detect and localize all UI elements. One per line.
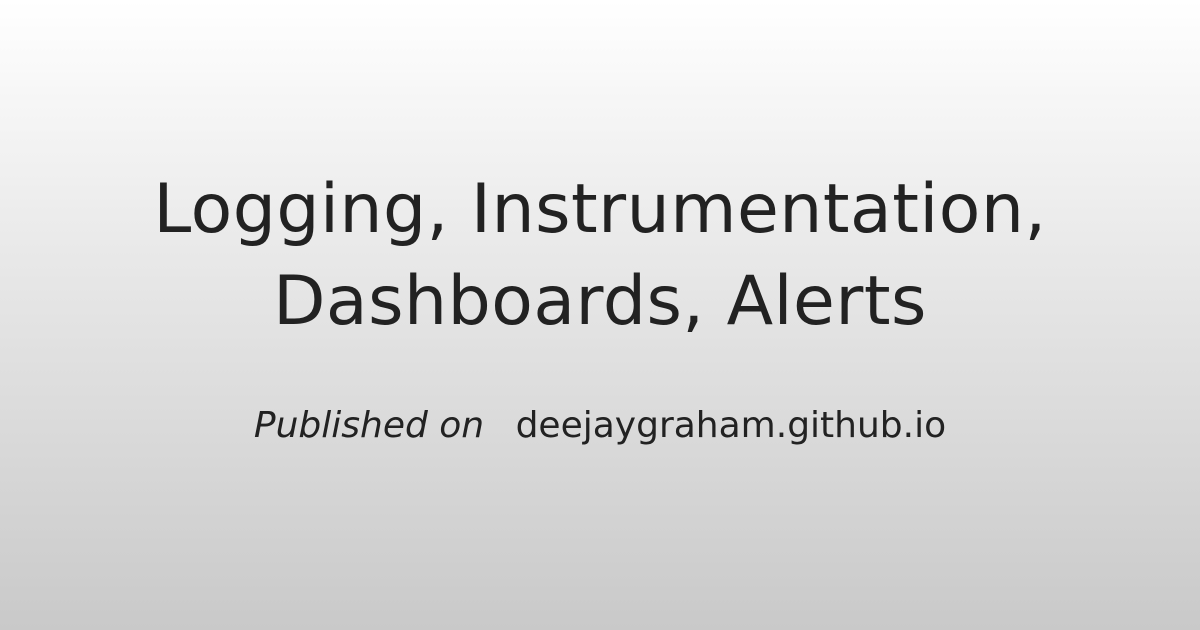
page-title: Logging, Instrumentation, Dashboards, Al… (40, 164, 1160, 348)
social-preview-card: Logging, Instrumentation, Dashboards, Al… (0, 0, 1200, 630)
byline: Published on deejaygraham.github.io (40, 402, 1160, 450)
title-line-1: Logging, Instrumentation, (153, 170, 1047, 249)
site-name: deejaygraham.github.io (515, 405, 947, 446)
byline-prefix: Published on (253, 405, 485, 446)
title-line-2: Dashboards, Alerts (273, 262, 927, 341)
